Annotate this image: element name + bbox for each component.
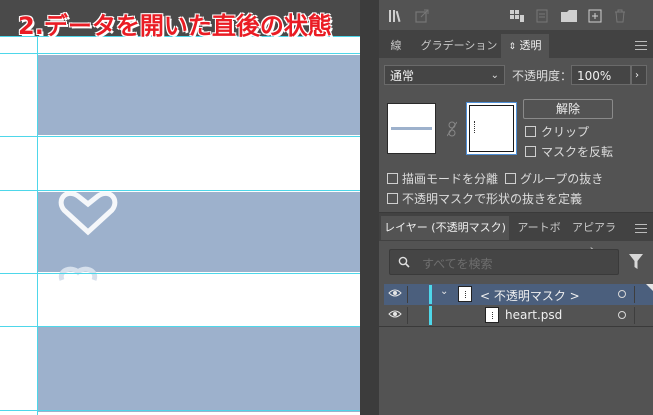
lock-column[interactable] <box>407 307 408 324</box>
filter-icon[interactable] <box>629 254 643 270</box>
panel-menu-icon[interactable] <box>635 41 647 51</box>
caption-title: 2.データを開いた直後の状態 <box>18 12 332 40</box>
right-panel-dock: 線 グラデーション ⇕ 透明 通常 ⌄ 不透明度： 100% › 解除 クリップ… <box>379 0 653 415</box>
heart-outline-image <box>58 192 118 236</box>
tab-transparency[interactable]: ⇕ 透明 <box>501 34 549 58</box>
invert-mask-label: マスクを反転 <box>541 145 614 159</box>
panel-gutter <box>360 0 379 415</box>
stripe-shape-1[interactable] <box>38 55 360 135</box>
document-canvas[interactable]: 2.データを開いた直後の状態 <box>0 0 360 415</box>
guide-line <box>0 273 360 274</box>
knockout-group-label: グループの抜き <box>520 172 604 186</box>
heart-outline-partial <box>58 266 98 281</box>
opacity-value: 100% <box>577 69 612 83</box>
opacity-mask-define-checkbox[interactable] <box>387 193 398 204</box>
eye-icon[interactable] <box>388 288 402 298</box>
blend-mode-select[interactable]: 通常 ⌄ <box>384 65 505 85</box>
tab-transparency-label: 透明 <box>519 39 542 52</box>
tab-appearance[interactable]: アピアラン <box>569 216 619 258</box>
selection-column[interactable] <box>634 307 635 324</box>
object-thumbnail-preview <box>391 127 432 130</box>
layer-thumbnail <box>485 307 499 323</box>
tab-stroke[interactable]: 線 <box>381 34 411 58</box>
opacity-input[interactable]: 100% <box>571 65 631 85</box>
search-placeholder: すべてを検索 <box>422 257 493 271</box>
layer-name: heart.psd <box>505 308 563 322</box>
export-icon[interactable] <box>415 9 429 23</box>
clip-label: クリップ <box>541 125 590 139</box>
layers-search-input[interactable]: すべてを検索 <box>389 249 619 275</box>
grid-icon[interactable] <box>510 10 524 22</box>
link-icon[interactable] <box>447 121 457 137</box>
trash-icon[interactable] <box>614 9 626 23</box>
object-thumbnail[interactable] <box>387 103 436 154</box>
selection-column[interactable] <box>634 286 635 303</box>
isolate-blending-label: 描画モードを分離 <box>402 172 499 186</box>
layers-tabbar: レイヤー (不透明マスク) アートボー アピアラン <box>379 213 653 258</box>
guide-line <box>0 136 360 137</box>
tab-layers[interactable]: レイヤー (不透明マスク) <box>381 216 509 240</box>
invert-mask-checkbox[interactable] <box>525 146 536 157</box>
isolate-blending-checkbox[interactable] <box>387 173 398 184</box>
properties-tabbar: 線 グラデーション ⇕ 透明 <box>379 30 653 58</box>
corner-triangle-icon <box>646 284 653 291</box>
opacity-slider-toggle[interactable]: › <box>631 65 647 85</box>
chevron-down-icon: ⌄ <box>490 70 499 81</box>
target-circle-icon[interactable] <box>618 311 626 319</box>
library-icon[interactable] <box>389 10 405 22</box>
chevron-down-icon[interactable]: ⌄ <box>440 286 448 297</box>
stripe-shape-2[interactable] <box>38 192 360 272</box>
guide-line <box>0 410 360 411</box>
stripe-shape-3[interactable] <box>38 327 360 412</box>
opacity-mask-define-label: 不透明マスクで形状の抜きを定義 <box>402 192 583 206</box>
layer-color-bar <box>429 306 432 325</box>
tab-artboards[interactable]: アートボー <box>513 216 565 258</box>
opacity-label: 不透明度： <box>512 69 573 83</box>
tab-gradient[interactable]: グラデーション <box>419 34 499 58</box>
layer-row[interactable]: heart.psd <box>384 305 653 326</box>
guide-line <box>0 190 360 191</box>
search-icon <box>398 256 410 268</box>
mask-thumbnail-preview <box>474 121 476 133</box>
layer-color-bar <box>429 285 432 304</box>
layer-name: < 不透明マスク > <box>480 289 580 303</box>
layer-thumbnail <box>458 286 472 302</box>
panel-toolbar <box>379 0 653 31</box>
guide-line <box>37 36 38 415</box>
clip-checkbox[interactable] <box>525 126 536 137</box>
blend-mode-value: 通常 <box>390 69 415 83</box>
guide-line <box>0 326 360 327</box>
chevron-right-icon: › <box>635 70 639 81</box>
tab-sort-icon: ⇕ <box>508 42 517 52</box>
knockout-group-checkbox[interactable] <box>505 173 516 184</box>
folder-icon[interactable] <box>561 10 577 22</box>
release-button[interactable]: 解除 <box>523 99 613 119</box>
layers-menu-icon[interactable] <box>635 224 647 234</box>
eye-icon[interactable] <box>388 309 402 319</box>
new-layer-icon[interactable] <box>588 9 602 23</box>
lock-column[interactable] <box>407 286 408 303</box>
guide-line <box>0 53 360 54</box>
opacity-mask-thumbnail[interactable] <box>466 102 517 155</box>
layer-row[interactable]: ⌄ < 不透明マスク > <box>384 284 653 305</box>
layers-list-divider <box>379 326 653 327</box>
page-icon[interactable] <box>536 9 548 23</box>
target-circle-icon[interactable] <box>618 290 626 298</box>
